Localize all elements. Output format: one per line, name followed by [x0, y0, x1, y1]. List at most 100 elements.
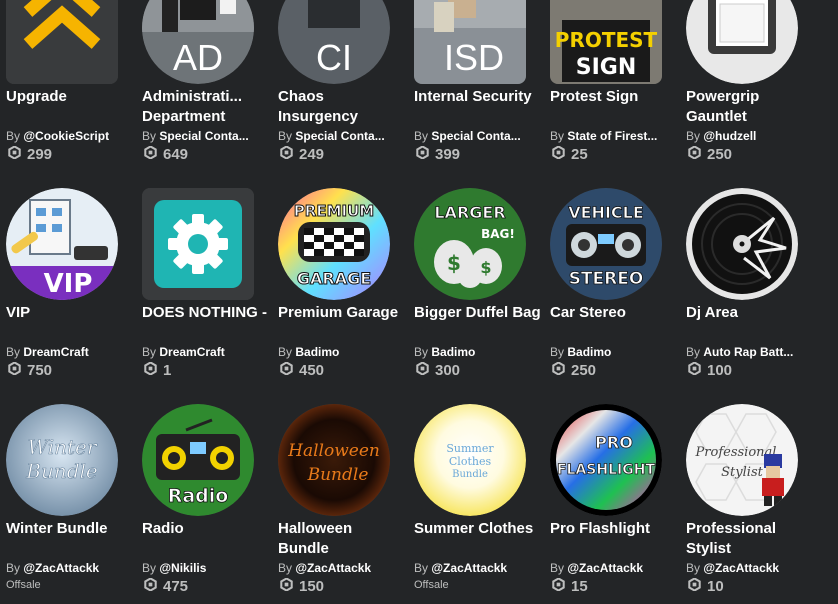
thumb-text: Radio	[168, 485, 229, 507]
item-card[interactable]: CI Chaos Insurgency By Special Conta... …	[278, 0, 406, 165]
item-creator: By Badimo	[550, 344, 674, 360]
item-creator: By @ZacAttackk	[278, 560, 402, 576]
creator-link[interactable]: Badimo	[295, 345, 339, 359]
item-thumbnail[interactable]: Summer Clothes Bundle	[414, 404, 526, 516]
price-value: 750	[27, 362, 53, 379]
item-card[interactable]: VIP VIP By DreamCraft 750	[6, 188, 134, 381]
item-card[interactable]: DOES NOTHING - By DreamCraft 1	[142, 188, 270, 381]
item-name[interactable]: Dj Area	[686, 303, 814, 343]
item-name[interactable]: Chaos Insurgency	[278, 87, 406, 127]
item-card[interactable]: Dj Area By Auto Rap Batt... 100	[686, 188, 814, 381]
item-thumbnail[interactable]	[686, 188, 798, 300]
item-card[interactable]: VEHICLE STEREO Car Stereo By Badimo 250	[550, 188, 678, 381]
creator-link[interactable]: @ZacAttackk	[295, 561, 371, 575]
item-creator: By @ZacAttackk	[6, 560, 130, 576]
item-name[interactable]: DOES NOTHING -	[142, 303, 270, 343]
item-card[interactable]: Summer Clothes Bundle Summer Clothes By …	[414, 404, 542, 593]
creator-link[interactable]: Special Conta...	[295, 129, 384, 143]
creator-prefix: By	[550, 345, 565, 359]
item-card[interactable]: PREMIUM GARAGE Premium Garage By Badimo …	[278, 188, 406, 381]
creator-link[interactable]: @CookieScript	[23, 129, 109, 143]
item-name[interactable]: Upgrade	[6, 87, 134, 127]
item-creator: By Auto Rap Batt...	[686, 344, 810, 360]
item-thumbnail[interactable]: CI	[278, 0, 390, 84]
robux-icon	[142, 361, 163, 381]
creator-link[interactable]: @hudzell	[703, 129, 756, 143]
item-thumbnail[interactable]: VEHICLE STEREO	[550, 188, 662, 300]
item-thumbnail[interactable]	[142, 188, 254, 300]
item-name[interactable]: Car Stereo	[550, 303, 678, 343]
item-name[interactable]: Winter Bundle	[6, 519, 134, 559]
creator-link[interactable]: @Nikilis	[159, 561, 206, 575]
item-card[interactable]: Powergrip Gauntlet By @hudzell 250	[686, 0, 814, 165]
item-card[interactable]: PROTEST SIGN Protest Sign By State of Fi…	[550, 0, 678, 165]
creator-link[interactable]: DreamCraft	[23, 345, 88, 359]
item-thumbnail[interactable]: Radio	[142, 404, 254, 516]
item-name[interactable]: Internal Security	[414, 87, 542, 127]
car-stereo-image: VEHICLE STEREO	[550, 188, 662, 300]
item-name[interactable]: Pro Flashlight	[550, 519, 678, 559]
creator-link[interactable]: @ZacAttackk	[703, 561, 779, 575]
thumb-text: PRO	[595, 433, 633, 452]
item-name[interactable]: Bigger Duffel Bag	[414, 303, 542, 343]
item-thumbnail[interactable]: $ $ LARGER BAG!	[414, 188, 526, 300]
item-price: 100	[686, 361, 814, 381]
item-card[interactable]: PRO FLASHLIGHT Pro Flashlight By @ZacAtt…	[550, 404, 678, 597]
robux-icon	[550, 145, 571, 165]
creator-prefix: By	[142, 129, 157, 143]
item-name[interactable]: VIP	[6, 303, 134, 343]
thumb-text: Bundle	[452, 469, 488, 480]
professional-stylist-image: Professional Stylist	[686, 404, 798, 516]
creator-link[interactable]: DreamCraft	[159, 345, 224, 359]
item-name[interactable]: Protest Sign	[550, 87, 678, 127]
item-card[interactable]: ISD Internal Security By Special Conta..…	[414, 0, 542, 165]
creator-link[interactable]: Badimo	[567, 345, 611, 359]
item-thumbnail[interactable]	[686, 0, 798, 84]
thumb-text: VEHICLE	[568, 203, 644, 222]
item-thumbnail[interactable]: Winter Bundle	[6, 404, 118, 516]
creator-link[interactable]: Auto Rap Batt...	[703, 345, 793, 359]
item-card[interactable]: Upgrade By @CookieScript 299	[6, 0, 134, 165]
item-price: 15	[550, 577, 678, 597]
thumb-text: AD	[173, 37, 223, 78]
item-thumbnail[interactable]: AD	[142, 0, 254, 84]
creator-link[interactable]: State of Firest...	[567, 129, 657, 143]
item-name[interactable]: Powergrip Gauntlet	[686, 87, 814, 127]
item-thumbnail[interactable]	[6, 0, 118, 84]
item-card[interactable]: Winter Bundle Winter Bundle By @ZacAttac…	[6, 404, 134, 593]
price-value: 249	[299, 146, 325, 163]
item-card[interactable]: Radio Radio By @Nikilis 475	[142, 404, 270, 597]
item-card[interactable]: Halloween Bundle Halloween Bundle By @Za…	[278, 404, 406, 597]
item-thumbnail[interactable]: Professional Stylist	[686, 404, 798, 516]
item-thumbnail[interactable]: ISD	[414, 0, 526, 84]
creator-link[interactable]: Badimo	[431, 345, 475, 359]
thumb-text: LARGER	[434, 203, 505, 222]
price-value: 475	[163, 578, 189, 595]
item-name[interactable]: Halloween Bundle	[278, 519, 406, 559]
price-value: 450	[299, 362, 325, 379]
creator-link[interactable]: @ZacAttackk	[431, 561, 507, 575]
item-creator: By Badimo	[278, 344, 402, 360]
item-thumbnail[interactable]: Halloween Bundle	[278, 404, 390, 516]
protest-sign-image: PROTEST SIGN	[550, 0, 662, 84]
creator-link[interactable]: @ZacAttackk	[23, 561, 99, 575]
creator-link[interactable]: Special Conta...	[159, 129, 248, 143]
catalog-grid: Upgrade By @CookieScript 299 AD Administ…	[0, 0, 838, 604]
item-creator: By DreamCraft	[142, 344, 266, 360]
item-name[interactable]: Professional Stylist	[686, 519, 814, 559]
item-name[interactable]: Summer Clothes	[414, 519, 542, 559]
item-card[interactable]: Professional Stylist Professional Stylis…	[686, 404, 814, 597]
item-thumbnail[interactable]: PREMIUM GARAGE	[278, 188, 390, 300]
item-name[interactable]: Premium Garage	[278, 303, 406, 343]
creator-link[interactable]: Special Conta...	[431, 129, 520, 143]
price-value: 399	[435, 146, 461, 163]
item-name[interactable]: Radio	[142, 519, 270, 559]
item-thumbnail[interactable]: VIP	[6, 188, 118, 300]
item-name[interactable]: Administrati... Department	[142, 87, 270, 127]
item-price: 150	[278, 577, 406, 597]
item-thumbnail[interactable]: PROTEST SIGN	[550, 0, 662, 84]
item-card[interactable]: $ $ LARGER BAG! Bigger Duffel Bag By Bad…	[414, 188, 542, 381]
item-thumbnail[interactable]: PRO FLASHLIGHT	[550, 404, 662, 516]
creator-link[interactable]: @ZacAttackk	[567, 561, 643, 575]
item-card[interactable]: AD Administrati... Department By Special…	[142, 0, 270, 165]
